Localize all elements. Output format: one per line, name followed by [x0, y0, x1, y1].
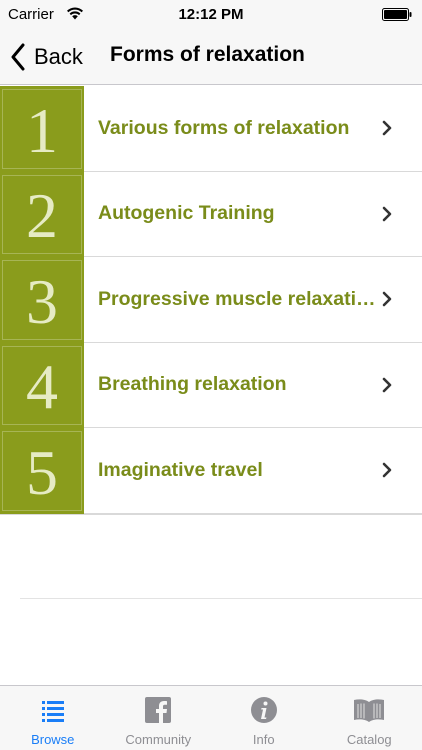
navigation-bar: Back Forms of relaxation [0, 30, 422, 85]
chevron-right-icon [382, 377, 392, 393]
topics-list: 1 Various forms of relaxation 2 Autogeni… [0, 86, 422, 515]
item-number: 5 [26, 436, 58, 508]
facebook-icon [145, 697, 172, 723]
list-item[interactable]: 2 Autogenic Training [0, 171, 422, 257]
list-item[interactable]: 3 Progressive muscle relaxation [0, 257, 422, 343]
status-time: 12:12 PM [178, 6, 244, 23]
list-item[interactable]: 4 Breathing relaxation [0, 342, 422, 428]
item-number: 4 [26, 351, 58, 423]
chevron-right-icon [382, 206, 392, 222]
info-icon [250, 697, 277, 723]
item-number-badge: 1 [0, 86, 84, 172]
tab-catalog[interactable]: Catalog [317, 686, 422, 750]
chevron-right-icon [382, 462, 392, 478]
tab-label: Info [252, 732, 275, 747]
tab-label: Browse [31, 732, 75, 747]
battery-icon [382, 8, 412, 21]
chevron-right-icon [382, 120, 392, 136]
status-bar: Carrier 12:12 PM [0, 0, 422, 30]
item-title: Progressive muscle relaxation [98, 287, 376, 310]
item-number-badge: 4 [0, 342, 84, 428]
tab-label: Community [125, 732, 192, 747]
item-number-badge: 2 [0, 171, 84, 257]
item-number: 1 [26, 94, 58, 166]
back-chevron-icon [11, 43, 25, 71]
empty-row-divider [20, 598, 422, 599]
list-item[interactable]: 1 Various forms of relaxation [0, 86, 422, 172]
book-icon [354, 699, 385, 722]
page-title: Forms of relaxation [110, 43, 305, 66]
chevron-right-icon [382, 291, 392, 307]
item-number: 3 [26, 265, 58, 337]
list-icon [41, 701, 64, 722]
tab-label: Catalog [346, 732, 392, 747]
item-number: 2 [26, 180, 58, 252]
back-label: Back [34, 44, 83, 69]
item-number-badge: 3 [0, 257, 84, 343]
item-title: Autogenic Training [98, 202, 275, 225]
item-title: Breathing relaxation [98, 373, 287, 396]
tab-info[interactable]: Info [211, 686, 317, 750]
tab-bar: Browse Community Info Catalog [0, 685, 422, 750]
list-item[interactable]: 5 Imaginative travel [0, 428, 422, 515]
item-number-badge: 5 [0, 428, 84, 514]
tab-browse[interactable]: Browse [0, 686, 106, 750]
back-button[interactable]: Back [10, 40, 83, 74]
tab-community[interactable]: Community [106, 686, 212, 750]
item-title: Imaginative travel [98, 458, 263, 481]
item-title: Various forms of relaxation [98, 116, 350, 139]
